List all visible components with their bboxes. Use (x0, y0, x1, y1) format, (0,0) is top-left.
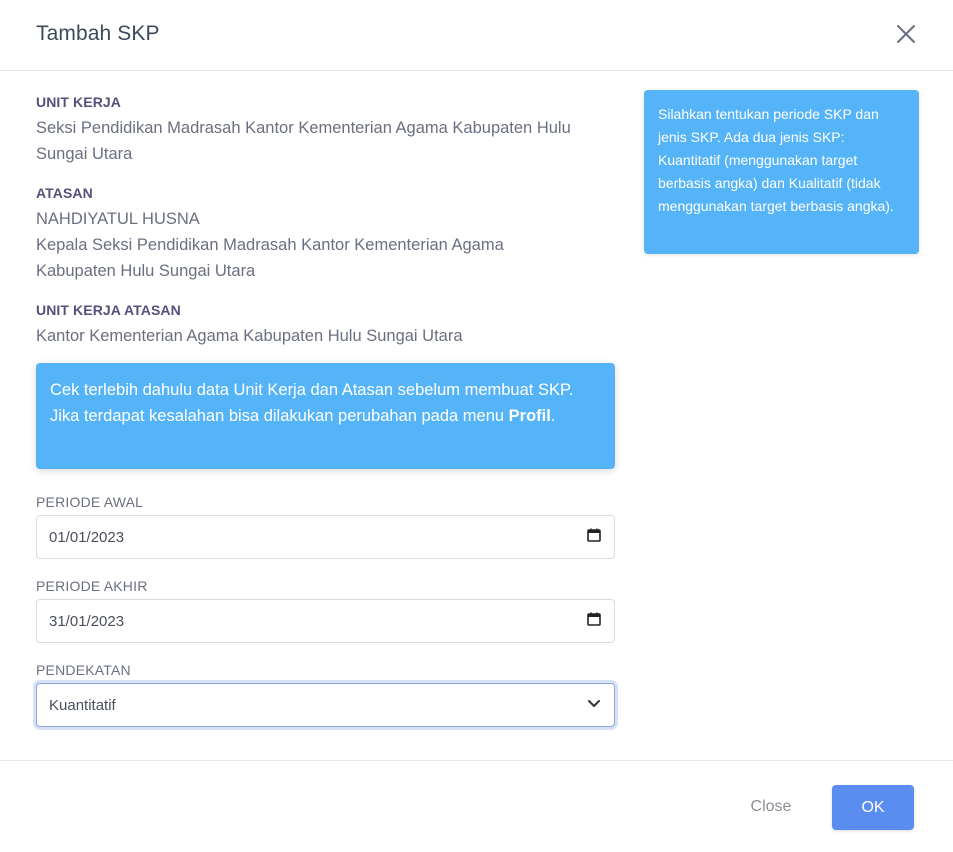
atasan-position: Kepala Seksi Pendidikan Madrasah Kantor … (36, 236, 504, 280)
unit-kerja-label: UNIT KERJA (36, 94, 122, 110)
periode-awal-label: PERIODE AWAL (36, 494, 144, 510)
modal-header: Tambah SKP (0, 0, 953, 71)
ok-button[interactable]: OK (832, 785, 914, 830)
unit-kerja-block: UNIT KERJA Seksi Pendidikan Madrasah Kan… (36, 94, 615, 167)
modal-title: Tambah SKP (36, 22, 160, 45)
unit-kerja-value: Seksi Pendidikan Madrasah Kantor Kemente… (36, 119, 571, 163)
unit-kerja-atasan-block: UNIT KERJA ATASAN Kantor Kementerian Aga… (36, 302, 463, 349)
close-button[interactable]: Close (741, 785, 801, 829)
periode-akhir-value: 31/01/2023 (49, 612, 125, 630)
periode-awal-value: 01/01/2023 (49, 528, 125, 546)
pendekatan-select[interactable]: Kuantitatif (36, 683, 615, 727)
periode-akhir-label: PERIODE AKHIR (36, 578, 148, 594)
modal-footer: Close OK (0, 760, 953, 852)
profile-menu-link: Profil (508, 407, 551, 425)
calendar-icon[interactable] (586, 527, 602, 547)
profile-check-alert: Cek terlebih dahulu data Unit Kerja dan … (36, 363, 615, 469)
unit-kerja-atasan-label: UNIT KERJA ATASAN (36, 302, 181, 318)
pendekatan-label: PENDEKATAN (36, 662, 131, 678)
atasan-label: ATASAN (36, 185, 93, 201)
atasan-name: NAHDIYATUL HUSNA (36, 210, 200, 228)
periode-awal-input[interactable]: 01/01/2023 (36, 515, 615, 559)
profile-alert-end: . (550, 407, 556, 425)
add-skp-modal: Tambah SKP UNIT KERJA Seksi Pendidikan M… (0, 0, 953, 852)
close-icon[interactable] (892, 20, 920, 48)
atasan-block: ATASAN NAHDIYATUL HUSNA Kepala Seksi Pen… (36, 185, 556, 284)
unit-kerja-atasan-value: Kantor Kementerian Agama Kabupaten Hulu … (36, 327, 463, 345)
chevron-down-icon (586, 695, 602, 715)
calendar-icon[interactable] (586, 611, 602, 631)
skp-info-alert: Silahkan tentukan periode SKP dan jenis … (644, 90, 919, 254)
pendekatan-value: Kuantitatif (49, 696, 116, 714)
skp-info-text: Silahkan tentukan periode SKP dan jenis … (658, 106, 894, 214)
periode-akhir-input[interactable]: 31/01/2023 (36, 599, 615, 643)
profile-alert-text: Cek terlebih dahulu data Unit Kerja dan … (50, 381, 574, 425)
